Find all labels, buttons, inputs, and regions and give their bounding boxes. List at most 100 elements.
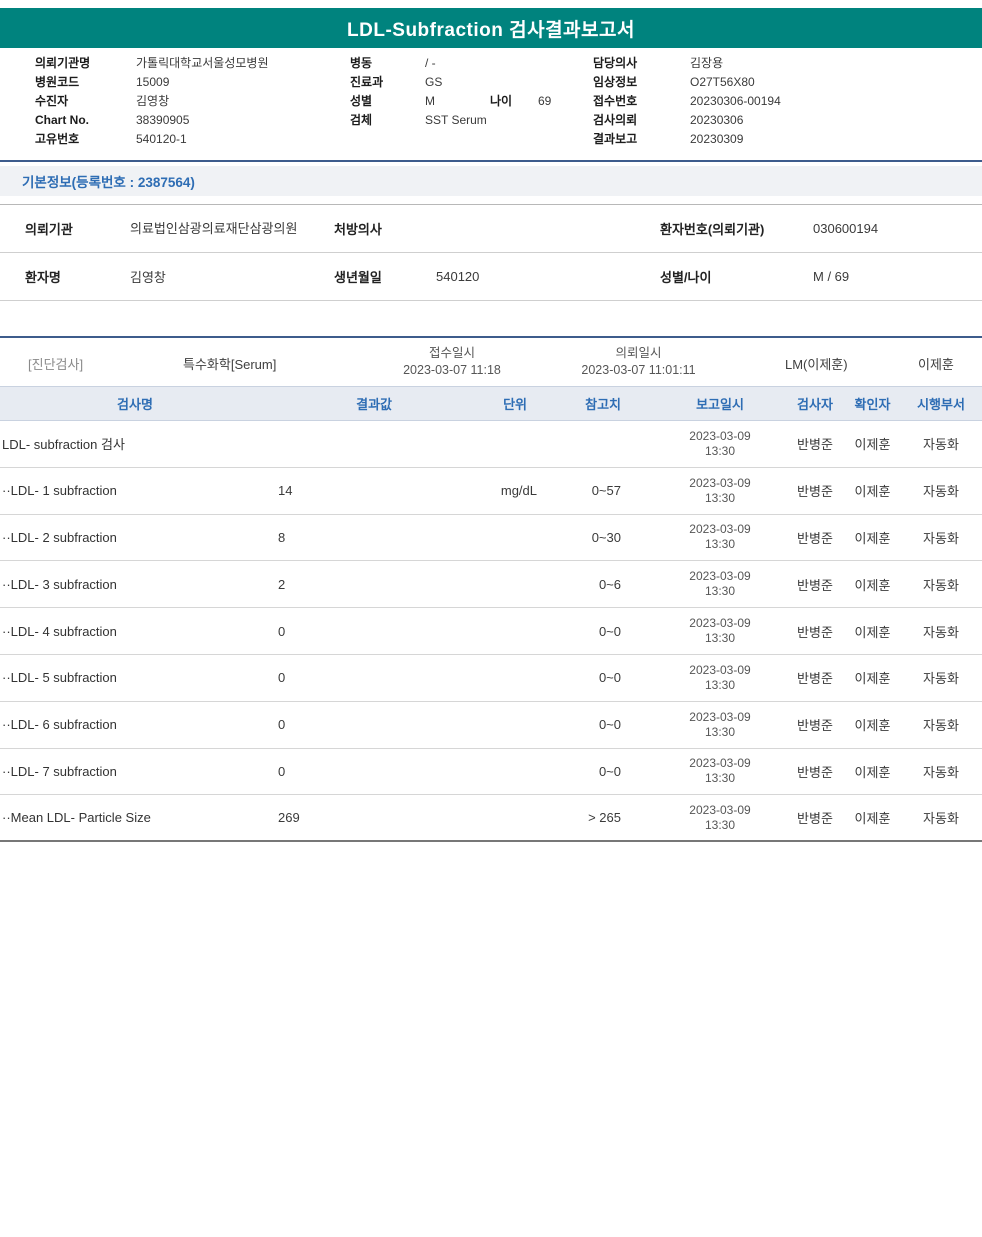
- report-datetime-cell: 2023-03-09 13:30: [689, 662, 751, 692]
- reference-cell: 0~6: [598, 576, 621, 592]
- report-datetime-cell: 2023-03-09 13:30: [689, 428, 751, 458]
- field-value: 김장용: [690, 56, 724, 70]
- results-table-body: LDL- subfraction 검사 2023-03-09 13:30 반병준 …: [0, 421, 982, 843]
- tester-cell: 반병준: [797, 671, 833, 687]
- result-row: ··LDL- 1 subfraction 14 mg/dL 0~57 2023-…: [0, 468, 982, 515]
- report-datetime-cell: 2023-03-09 13:30: [689, 616, 751, 646]
- department-cell: 자동화: [923, 577, 959, 593]
- department-cell: 자동화: [923, 530, 959, 546]
- patient-header-col2: 병동 / - 진료과 GS 성별 M 나이 69 검체 SST Serum: [350, 54, 593, 130]
- test-name-cell: ··LDL- 6 subfraction: [2, 717, 117, 733]
- tester-cell: 반병준: [797, 577, 833, 593]
- checker-cell: 이제훈: [854, 811, 891, 827]
- report-datetime-cell: 2023-03-09 13:30: [689, 475, 751, 505]
- results-section: [진단검사] 특수화학[Serum] 접수일시 2023-03-07 11:18…: [0, 336, 982, 843]
- result-value-cell: 269: [278, 810, 300, 826]
- field-label: 검사의뢰: [593, 113, 638, 127]
- field-label: 의뢰기관명: [35, 56, 91, 70]
- field-value: GS: [425, 75, 443, 89]
- result-row: ··LDL- 4 subfraction 0 0~0 2023-03-09 13:…: [0, 608, 982, 655]
- report-title: LDL-Subfraction 검사결과보고서: [347, 19, 635, 41]
- field-label: 접수번호: [593, 94, 638, 108]
- field-label: 수진자: [35, 94, 69, 108]
- column-header: 참고치: [585, 397, 621, 412]
- test-name-cell: ··LDL- 1 subfraction: [2, 483, 117, 499]
- column-header-row: 검사명 결과값 단위 참고치 보고일시 검사자 확인자 시행부서: [0, 386, 982, 421]
- checker-cell: 이제훈: [854, 624, 891, 640]
- column-header: 확인자: [854, 397, 891, 412]
- cell-value: 030600194: [813, 221, 879, 236]
- field-value: O27T56X80: [690, 75, 755, 89]
- checker-cell: 이제훈: [854, 437, 891, 453]
- test-name-cell: ··LDL- 4 subfraction: [2, 623, 117, 639]
- result-row: ··LDL- 3 subfraction 2 0~6 2023-03-09 13:…: [0, 561, 982, 609]
- patient-header-col3: 담당의사 김장용 임상정보 O27T56X80 접수번호 20230306-00…: [593, 54, 973, 149]
- test-name-cell: ··LDL- 7 subfraction: [2, 763, 117, 779]
- result-value-cell: 0: [278, 670, 286, 686]
- column-header: 결과값: [356, 397, 392, 412]
- reference-cell: 0~0: [598, 670, 621, 686]
- tester-cell: 반병준: [797, 624, 833, 640]
- tester-cell: 반병준: [797, 718, 833, 734]
- field-label: 성별: [350, 94, 373, 108]
- unit-cell: mg/dL: [500, 483, 537, 499]
- test-name-cell: ··LDL- 3 subfraction: [2, 576, 117, 592]
- report-datetime-cell: 2023-03-09 13:30: [689, 522, 751, 552]
- field-value: 가톨릭대학교서울성모병원: [136, 56, 269, 70]
- field-value: 38390905: [136, 113, 190, 127]
- department-cell: 자동화: [923, 764, 959, 780]
- column-header: 검사명: [117, 397, 153, 412]
- field-label: 검체: [350, 113, 373, 127]
- field-label: 임상정보: [593, 75, 638, 89]
- result-row: ··Mean LDL- Particle Size 269 > 265 2023…: [0, 795, 982, 843]
- department-cell: 자동화: [923, 624, 959, 640]
- checker-cell: 이제훈: [854, 530, 891, 546]
- basic-info-bar: 기본정보(등록번호 : 2387564): [0, 166, 982, 196]
- report-datetime-cell: 2023-03-09 13:30: [689, 569, 751, 599]
- receipt-value: 2023-03-07 11:18: [403, 363, 501, 377]
- result-row: LDL- subfraction 검사 2023-03-09 13:30 반병준 …: [0, 421, 982, 468]
- field-label: 나이: [490, 94, 513, 108]
- result-value-cell: 0: [278, 623, 286, 639]
- tester-cell: 반병준: [797, 484, 833, 500]
- department-cell: 자동화: [923, 484, 959, 500]
- cell-label: 생년월일: [334, 270, 382, 285]
- basic-info-title: 기본정보(등록번호 : 2387564): [22, 175, 195, 190]
- field-value: SST Serum: [425, 113, 487, 127]
- checker-cell: 이제훈: [854, 718, 891, 734]
- department-cell: 자동화: [923, 671, 959, 687]
- test-category: [진단검사]: [28, 357, 84, 372]
- result-row: ··LDL- 2 subfraction 8 0~30 2023-03-09 13…: [0, 515, 982, 562]
- table-row: 환자명 김영창 생년월일 540120 성별/나이 M / 69: [0, 253, 982, 301]
- receipt-datetime: 접수일시 2023-03-07 11:18: [372, 345, 532, 379]
- report-page: LDL-Subfraction 검사결과보고서 의뢰기관명 가톨릭대학교서울성모…: [0, 0, 982, 1237]
- request-label: 의뢰일시: [615, 346, 662, 360]
- result-row: ··LDL- 5 subfraction 0 0~0 2023-03-09 13:…: [0, 655, 982, 702]
- department-cell: 자동화: [923, 437, 959, 453]
- cell-label: 성별/나이: [660, 270, 712, 285]
- field-value: 540120-1: [136, 132, 187, 146]
- field-value: 김영창: [136, 94, 170, 108]
- field-label: 고유번호: [35, 132, 80, 146]
- field-value: 15009: [136, 75, 170, 89]
- report-datetime-cell: 2023-03-09 13:30: [689, 756, 751, 786]
- test-group: 특수화학[Serum]: [183, 357, 277, 372]
- tester-cell: 반병준: [797, 530, 833, 546]
- field-label: 병동: [350, 56, 373, 70]
- department-cell: 자동화: [923, 811, 959, 827]
- department-cell: 자동화: [923, 718, 959, 734]
- cell-value: M / 69: [813, 269, 850, 284]
- reference-cell: 0~30: [591, 529, 621, 545]
- checker-cell: 이제훈: [854, 484, 891, 500]
- test-name-cell: ··LDL- 2 subfraction: [2, 529, 117, 545]
- cell-value: 의료법인삼광의료재단삼광의원: [130, 220, 298, 236]
- reference-cell: 0~57: [591, 483, 621, 499]
- reference-cell: 0~0: [598, 763, 621, 779]
- result-value-cell: 8: [278, 529, 286, 545]
- cell-label: 환자번호(의뢰기관): [660, 222, 765, 237]
- reference-cell: 0~0: [598, 623, 621, 639]
- basic-info-table: 의뢰기관 의료법인삼광의료재단삼광의원 처방의사 환자번호(의뢰기관) 0306…: [0, 204, 982, 301]
- checker-cell: 이제훈: [854, 577, 891, 593]
- test-name-cell: ··Mean LDL- Particle Size: [2, 810, 151, 826]
- reference-cell: > 265: [588, 810, 621, 826]
